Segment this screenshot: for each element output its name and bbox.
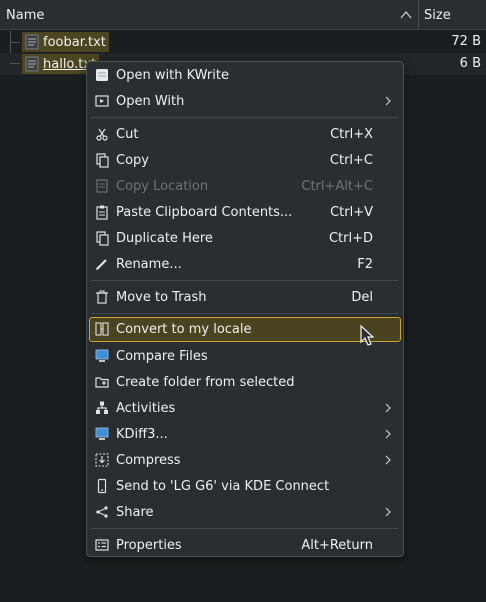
tree-branch-line <box>10 42 20 43</box>
menu-item-label: Rename... <box>116 257 182 272</box>
size-column-header[interactable]: Size <box>420 0 486 30</box>
menu-item-duplicate-here[interactable]: Duplicate Here Ctrl+D <box>89 226 401 251</box>
menu-item-label: Open With <box>116 94 185 109</box>
menu-item-label: Compress <box>116 453 181 468</box>
copy-icon <box>96 153 109 168</box>
duplicate-icon <box>96 231 109 246</box>
menu-item-shortcut: Del <box>351 290 373 305</box>
name-column-label: Name <box>6 8 45 23</box>
column-header: Name Size <box>0 0 486 30</box>
compress-icon <box>95 453 109 467</box>
menu-item-create-folder-from-selected[interactable]: Create folder from selected <box>89 370 401 395</box>
kdiff3-icon <box>95 427 109 440</box>
tree-branch-line <box>10 63 20 64</box>
kwrite-icon <box>96 69 108 81</box>
file-size: 72 B <box>451 34 481 49</box>
menu-item-label: Compare Files <box>116 349 208 364</box>
menu-separator <box>91 280 399 281</box>
monitor-icon <box>95 349 109 362</box>
text-file-icon <box>25 34 39 50</box>
chevron-right-icon <box>385 96 391 106</box>
menu-item-paste[interactable]: Paste Clipboard Contents... Ctrl+V <box>89 200 401 225</box>
menu-separator <box>91 117 399 118</box>
mouse-pointer-icon <box>360 325 374 346</box>
menu-item-shortcut: Ctrl+V <box>330 205 373 220</box>
menu-item-label: Create folder from selected <box>116 375 295 390</box>
menu-item-copy-location: Copy Location Ctrl+Alt+C <box>89 174 401 199</box>
menu-item-share[interactable]: Share <box>89 500 401 525</box>
menu-item-send-via-kde-connect[interactable]: Send to 'LG G6' via KDE Connect <box>89 474 401 499</box>
share-icon <box>96 506 108 518</box>
sort-ascending-icon[interactable] <box>399 8 413 22</box>
menu-item-cut[interactable]: Cut Ctrl+X <box>89 122 401 147</box>
menu-item-properties[interactable]: Properties Alt+Return <box>89 533 401 558</box>
menu-item-shortcut: F2 <box>357 257 373 272</box>
menu-item-label: Properties <box>116 538 182 553</box>
convert-icon <box>95 322 109 336</box>
menu-item-label: Send to 'LG G6' via KDE Connect <box>116 479 330 494</box>
menu-item-activities[interactable]: Activities <box>89 396 401 421</box>
copy-location-icon <box>96 179 108 193</box>
clipboard-icon <box>96 205 108 220</box>
chevron-right-icon <box>385 507 391 517</box>
menu-item-shortcut: Ctrl+C <box>329 153 373 168</box>
menu-item-shortcut: Ctrl+Alt+C <box>301 179 373 194</box>
activities-icon <box>96 401 108 414</box>
new-folder-icon <box>95 377 109 388</box>
file-name: foobar.txt <box>43 34 106 50</box>
chevron-right-icon <box>385 403 391 413</box>
file-cell[interactable]: foobar.txt <box>22 32 109 52</box>
menu-item-shortcut: Ctrl+X <box>330 127 373 142</box>
menu-item-label: Open with KWrite <box>116 68 229 83</box>
size-column-label: Size <box>424 8 451 23</box>
menu-item-open-with[interactable]: Open With <box>89 89 401 114</box>
menu-item-label: Activities <box>116 401 176 416</box>
file-size: 6 B <box>459 56 481 71</box>
menu-item-label: Duplicate Here <box>116 231 213 246</box>
menu-item-compare-files[interactable]: Compare Files <box>89 344 401 369</box>
trash-icon <box>96 290 108 304</box>
menu-item-convert-to-my-locale[interactable]: Convert to my locale <box>89 317 401 342</box>
name-column-header[interactable]: Name <box>0 0 419 30</box>
menu-separator <box>91 313 399 314</box>
menu-item-rename[interactable]: Rename... F2 <box>89 252 401 277</box>
menu-item-label: KDiff3... <box>116 427 168 442</box>
menu-item-label: Cut <box>116 127 139 142</box>
context-menu: Open with KWrite Open With Cut Ctrl+X Co… <box>86 61 404 557</box>
open-with-icon <box>95 95 109 107</box>
properties-icon <box>95 539 109 551</box>
menu-item-label: Copy Location <box>116 179 209 194</box>
menu-item-label: Convert to my locale <box>116 322 252 337</box>
menu-item-copy[interactable]: Copy Ctrl+C <box>89 148 401 173</box>
menu-item-compress[interactable]: Compress <box>89 448 401 473</box>
menu-item-label: Paste Clipboard Contents... <box>116 205 293 220</box>
menu-item-kdiff3[interactable]: KDiff3... <box>89 422 401 447</box>
menu-item-move-to-trash[interactable]: Move to Trash Del <box>89 285 401 310</box>
menu-item-shortcut: Ctrl+D <box>328 231 373 246</box>
menu-item-label: Copy <box>116 153 149 168</box>
menu-separator <box>91 528 399 529</box>
menu-item-open-with-kwrite[interactable]: Open with KWrite <box>89 63 401 88</box>
pencil-icon <box>96 259 107 270</box>
chevron-right-icon <box>385 429 391 439</box>
text-file-icon <box>25 56 39 72</box>
phone-icon <box>97 478 107 494</box>
chevron-right-icon <box>385 455 391 465</box>
menu-item-label: Share <box>116 505 154 520</box>
menu-item-label: Move to Trash <box>116 290 207 305</box>
menu-item-shortcut: Alt+Return <box>301 538 373 553</box>
file-row[interactable]: foobar.txt 72 B <box>0 31 486 53</box>
scissors-icon <box>96 128 108 141</box>
